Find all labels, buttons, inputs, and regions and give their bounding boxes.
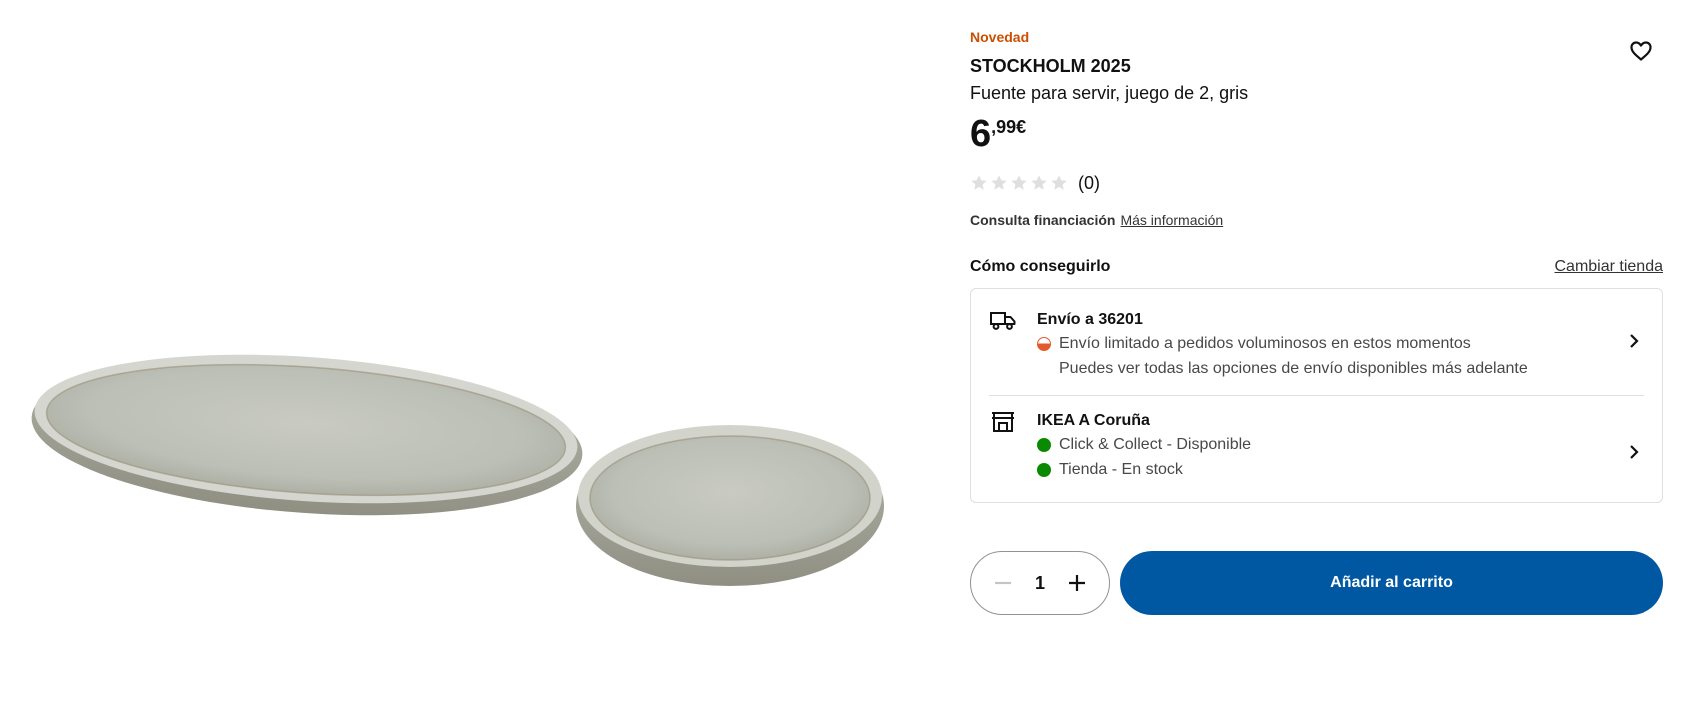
- in-store-text: Tienda - En stock: [1059, 461, 1183, 478]
- financing-label: Consulta financiación: [970, 212, 1116, 228]
- purchase-row: Añadir al carrito: [970, 551, 1663, 615]
- plus-icon: [1069, 575, 1085, 591]
- in-store-status: Tienda - En stock: [1037, 457, 1644, 482]
- price-integer: 6: [970, 113, 992, 155]
- product-name: STOCKHOLM 2025: [970, 56, 1131, 76]
- limited-status-icon: [1037, 336, 1051, 351]
- star-icon: [1011, 175, 1027, 190]
- store-icon: [989, 410, 1017, 438]
- product-description: Fuente para servir, juego de 2, gris: [970, 83, 1249, 103]
- rating[interactable]: (0): [970, 172, 1663, 194]
- serving-dishes-image: [31, 354, 884, 586]
- availability-options: Envío a 36201 Envío limitado a pedidos v…: [970, 288, 1663, 503]
- chevron-right-icon: [1624, 442, 1644, 462]
- truck-icon: [989, 309, 1017, 337]
- click-collect-text: Click & Collect - Disponible: [1059, 436, 1252, 453]
- delivery-status: Envío limitado a pedidos voluminosos en …: [1037, 331, 1644, 356]
- chevron-right-icon: [1624, 331, 1644, 351]
- delivery-title: Envío a 36201: [1037, 311, 1143, 328]
- large-platter: [31, 354, 583, 516]
- available-status-icon: [1037, 437, 1051, 452]
- price: 6 ,99€: [970, 112, 1663, 158]
- increase-quantity-button[interactable]: [1065, 571, 1089, 595]
- add-to-cart-button[interactable]: Añadir al carrito: [1120, 551, 1663, 615]
- minus-icon: [995, 581, 1011, 585]
- change-store-link[interactable]: Cambiar tienda: [1555, 258, 1664, 276]
- quantity-input[interactable]: [1025, 572, 1055, 594]
- new-badge: Novedad: [970, 29, 1030, 45]
- product-image[interactable]: [0, 0, 900, 709]
- star-icon: [1051, 175, 1067, 190]
- financing: Consulta financiación Más información: [970, 212, 1663, 228]
- star-icon: [991, 175, 1007, 190]
- delivery-option[interactable]: Envío a 36201 Envío limitado a pedidos v…: [989, 289, 1644, 396]
- rating-count: (0): [1078, 172, 1100, 193]
- financing-more-info-link[interactable]: Más información: [1120, 212, 1223, 228]
- decrease-quantity-button[interactable]: [991, 571, 1015, 595]
- click-collect-status: Click & Collect - Disponible: [1037, 432, 1644, 457]
- rating-stars: [970, 174, 1068, 192]
- availability-header: Cómo conseguirlo Cambiar tienda: [970, 256, 1663, 278]
- store-title: IKEA A Coruña: [1037, 412, 1150, 429]
- quantity-stepper: [970, 551, 1110, 615]
- star-icon: [1031, 175, 1047, 190]
- availability-title: Cómo conseguirlo: [970, 258, 1111, 275]
- product-info: Novedad STOCKHOLM 2025 Fuente para servi…: [970, 28, 1663, 503]
- delivery-note: Puedes ver todas las opciones de envío d…: [1059, 360, 1528, 377]
- price-decimals: ,99€: [991, 117, 1027, 137]
- small-dish: [576, 425, 884, 586]
- delivery-status-text: Envío limitado a pedidos voluminosos en …: [1059, 335, 1471, 352]
- in-stock-status-icon: [1037, 462, 1051, 477]
- star-icon: [971, 175, 987, 190]
- store-option[interactable]: IKEA A Coruña Click & Collect - Disponib…: [989, 396, 1644, 502]
